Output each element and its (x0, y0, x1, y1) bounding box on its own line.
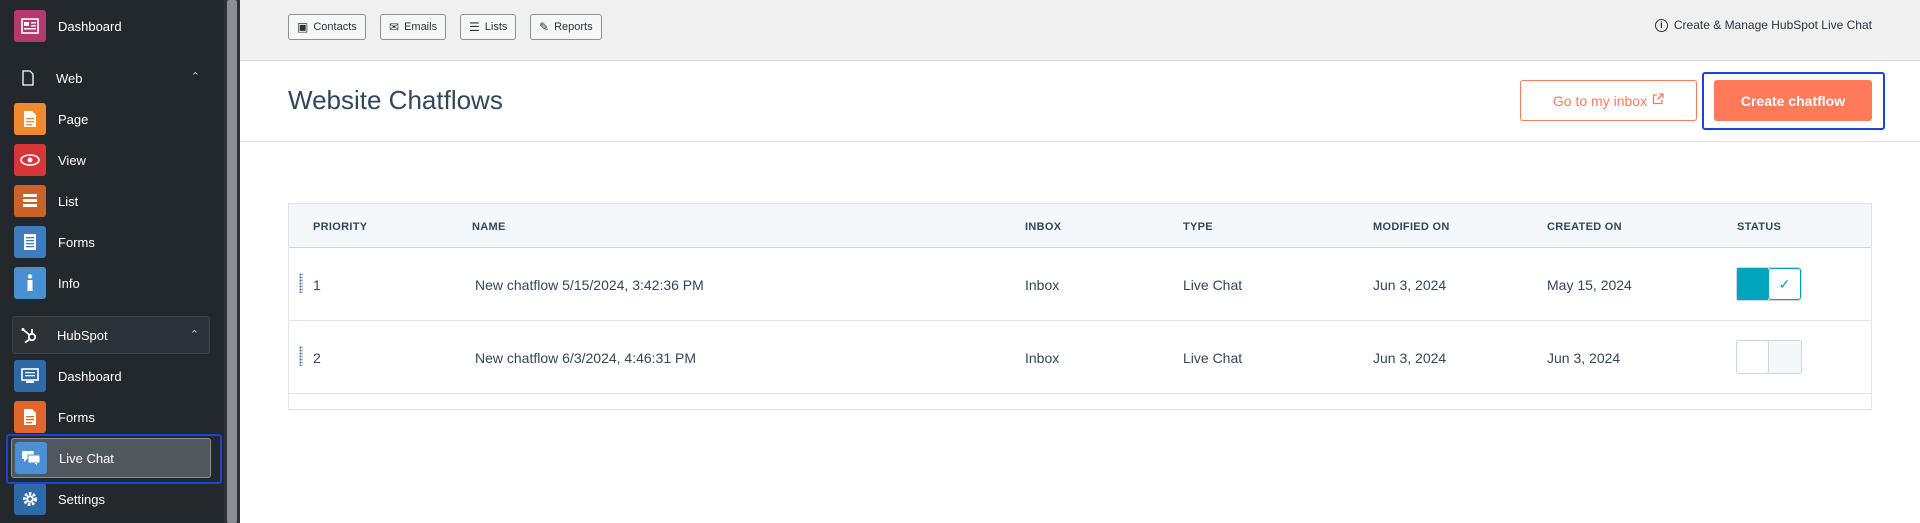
cell-type: Live Chat (1183, 277, 1243, 293)
drag-handle-icon[interactable] (299, 346, 303, 366)
chatflows-table: PRIORITY NAME INBOX TYPE MODIFIED ON CRE… (288, 203, 1872, 410)
monitor-icon (14, 360, 46, 392)
contacts-button[interactable]: ▣ Contacts (288, 14, 366, 40)
toggle-knob (1736, 340, 1769, 374)
sidebar-item-list[interactable]: List (14, 183, 212, 219)
sidebar-section-label: Web (56, 70, 83, 86)
page-header: Website Chatflows Go to my inbox Create … (240, 61, 1920, 142)
hubspot-logo-icon (13, 319, 45, 351)
status-toggle[interactable] (1736, 340, 1802, 374)
sidebar-item-label: List (58, 193, 79, 209)
column-header-created[interactable]: CREATED ON (1547, 221, 1622, 233)
info-circle-icon: i (1654, 18, 1668, 32)
dashboard-icon (14, 10, 46, 42)
sidebar-section-label: HubSpot (57, 327, 108, 343)
top-toolbar: ▣ Contacts ✉ Emails ☰ Lists ✎ Reports i … (240, 0, 1920, 61)
cell-created: Jun 3, 2024 (1547, 350, 1621, 366)
help-link[interactable]: i Create & Manage HubSpot Live Chat (1654, 18, 1872, 32)
help-link-label: Create & Manage HubSpot Live Chat (1673, 18, 1872, 32)
sidebar-item-forms[interactable]: Forms (14, 224, 212, 260)
go-to-inbox-button[interactable]: Go to my inbox (1520, 80, 1697, 121)
sidebar-item-label: View (58, 152, 86, 168)
cell-priority: 2 (313, 350, 321, 366)
sidebar-item-label: Page (58, 111, 89, 127)
cell-created: May 15, 2024 (1547, 277, 1632, 293)
cell-name[interactable]: New chatflow 6/3/2024, 4:46:31 PM (475, 350, 696, 366)
column-header-status[interactable]: STATUS (1737, 221, 1781, 233)
sidebar-item-info[interactable]: Info (14, 265, 212, 301)
list-icon: ☰ (469, 20, 480, 34)
lists-button-label: Lists (484, 21, 508, 33)
sidebar-section-hubspot[interactable]: HubSpot ⌃ (12, 316, 210, 354)
column-header-inbox[interactable]: INBOX (1025, 221, 1061, 233)
scrollbar-thumb[interactable] (227, 0, 237, 523)
sidebar-item-label: Dashboard (58, 368, 122, 384)
drag-handle-icon[interactable] (299, 273, 303, 293)
table-row[interactable]: 2 New chatflow 6/3/2024, 4:46:31 PM Inbo… (289, 321, 1871, 394)
sidebar-item-label: Dashboard (58, 18, 122, 34)
sidebar-item-label: Info (58, 275, 80, 291)
column-header-type[interactable]: TYPE (1183, 221, 1213, 233)
document-icon (14, 401, 46, 433)
cell-modified: Jun 3, 2024 (1373, 277, 1447, 293)
column-header-modified[interactable]: MODIFIED ON (1373, 221, 1450, 233)
live-chat-highlight (6, 434, 222, 484)
cell-modified: Jun 3, 2024 (1373, 350, 1447, 366)
page-outline-icon (12, 62, 44, 94)
create-chatflow-highlight (1702, 72, 1885, 130)
sidebar-item-label: Forms (58, 234, 95, 250)
cell-inbox: Inbox (1025, 350, 1060, 366)
chevron-up-icon: ⌃ (189, 329, 199, 341)
form-icon (14, 226, 46, 258)
sidebar-item-label: Settings (58, 491, 105, 507)
status-toggle[interactable]: ✓ (1736, 267, 1802, 301)
emails-button-label: Emails (404, 21, 438, 33)
toggle-fill (1737, 268, 1768, 300)
sidebar-item-hubspot-dashboard[interactable]: Dashboard (14, 358, 212, 394)
sidebar-section-web[interactable]: Web ⌃ (12, 59, 210, 97)
sidebar-item-page[interactable]: Page (14, 101, 212, 137)
contacts-button-label: Contacts (313, 21, 357, 33)
report-edit-icon: ✎ (539, 20, 550, 34)
sidebar-item-label: Forms (58, 409, 95, 425)
envelope-icon: ✉ (389, 20, 400, 34)
sidebar-item-view[interactable]: View (14, 142, 212, 178)
reports-button[interactable]: ✎ Reports (530, 14, 602, 40)
chevron-up-icon: ⌃ (190, 71, 200, 83)
sidebar-item-dashboard[interactable]: Dashboard (14, 8, 212, 44)
page-icon (14, 103, 46, 135)
list-icon (14, 185, 46, 217)
info-icon (14, 267, 46, 299)
table-header: PRIORITY NAME INBOX TYPE MODIFIED ON CRE… (289, 204, 1871, 248)
cell-name[interactable]: New chatflow 5/15/2024, 3:42:36 PM (475, 277, 704, 293)
eye-icon (14, 144, 46, 176)
sidebar-item-settings[interactable]: Settings (14, 481, 212, 517)
go-to-inbox-label: Go to my inbox (1552, 92, 1648, 109)
lists-button[interactable]: ☰ Lists (460, 14, 517, 40)
external-link-icon (1652, 93, 1664, 108)
page-title: Website Chatflows (288, 85, 503, 115)
table-row[interactable]: 1 New chatflow 5/15/2024, 3:42:36 PM Inb… (289, 248, 1871, 321)
gear-icon (14, 483, 46, 515)
reports-button-label: Reports (554, 21, 593, 33)
sidebar-item-hubspot-forms[interactable]: Forms (14, 399, 212, 435)
cell-inbox: Inbox (1025, 277, 1060, 293)
sidebar-scrollbar[interactable] (224, 0, 240, 523)
cell-type: Live Chat (1183, 350, 1243, 366)
checkmark-icon: ✓ (1768, 268, 1801, 300)
cell-priority: 1 (313, 277, 321, 293)
contact-card-icon: ▣ (297, 20, 309, 34)
emails-button[interactable]: ✉ Emails (380, 14, 447, 40)
column-header-priority[interactable]: PRIORITY (313, 221, 367, 233)
column-header-name[interactable]: NAME (472, 221, 506, 233)
